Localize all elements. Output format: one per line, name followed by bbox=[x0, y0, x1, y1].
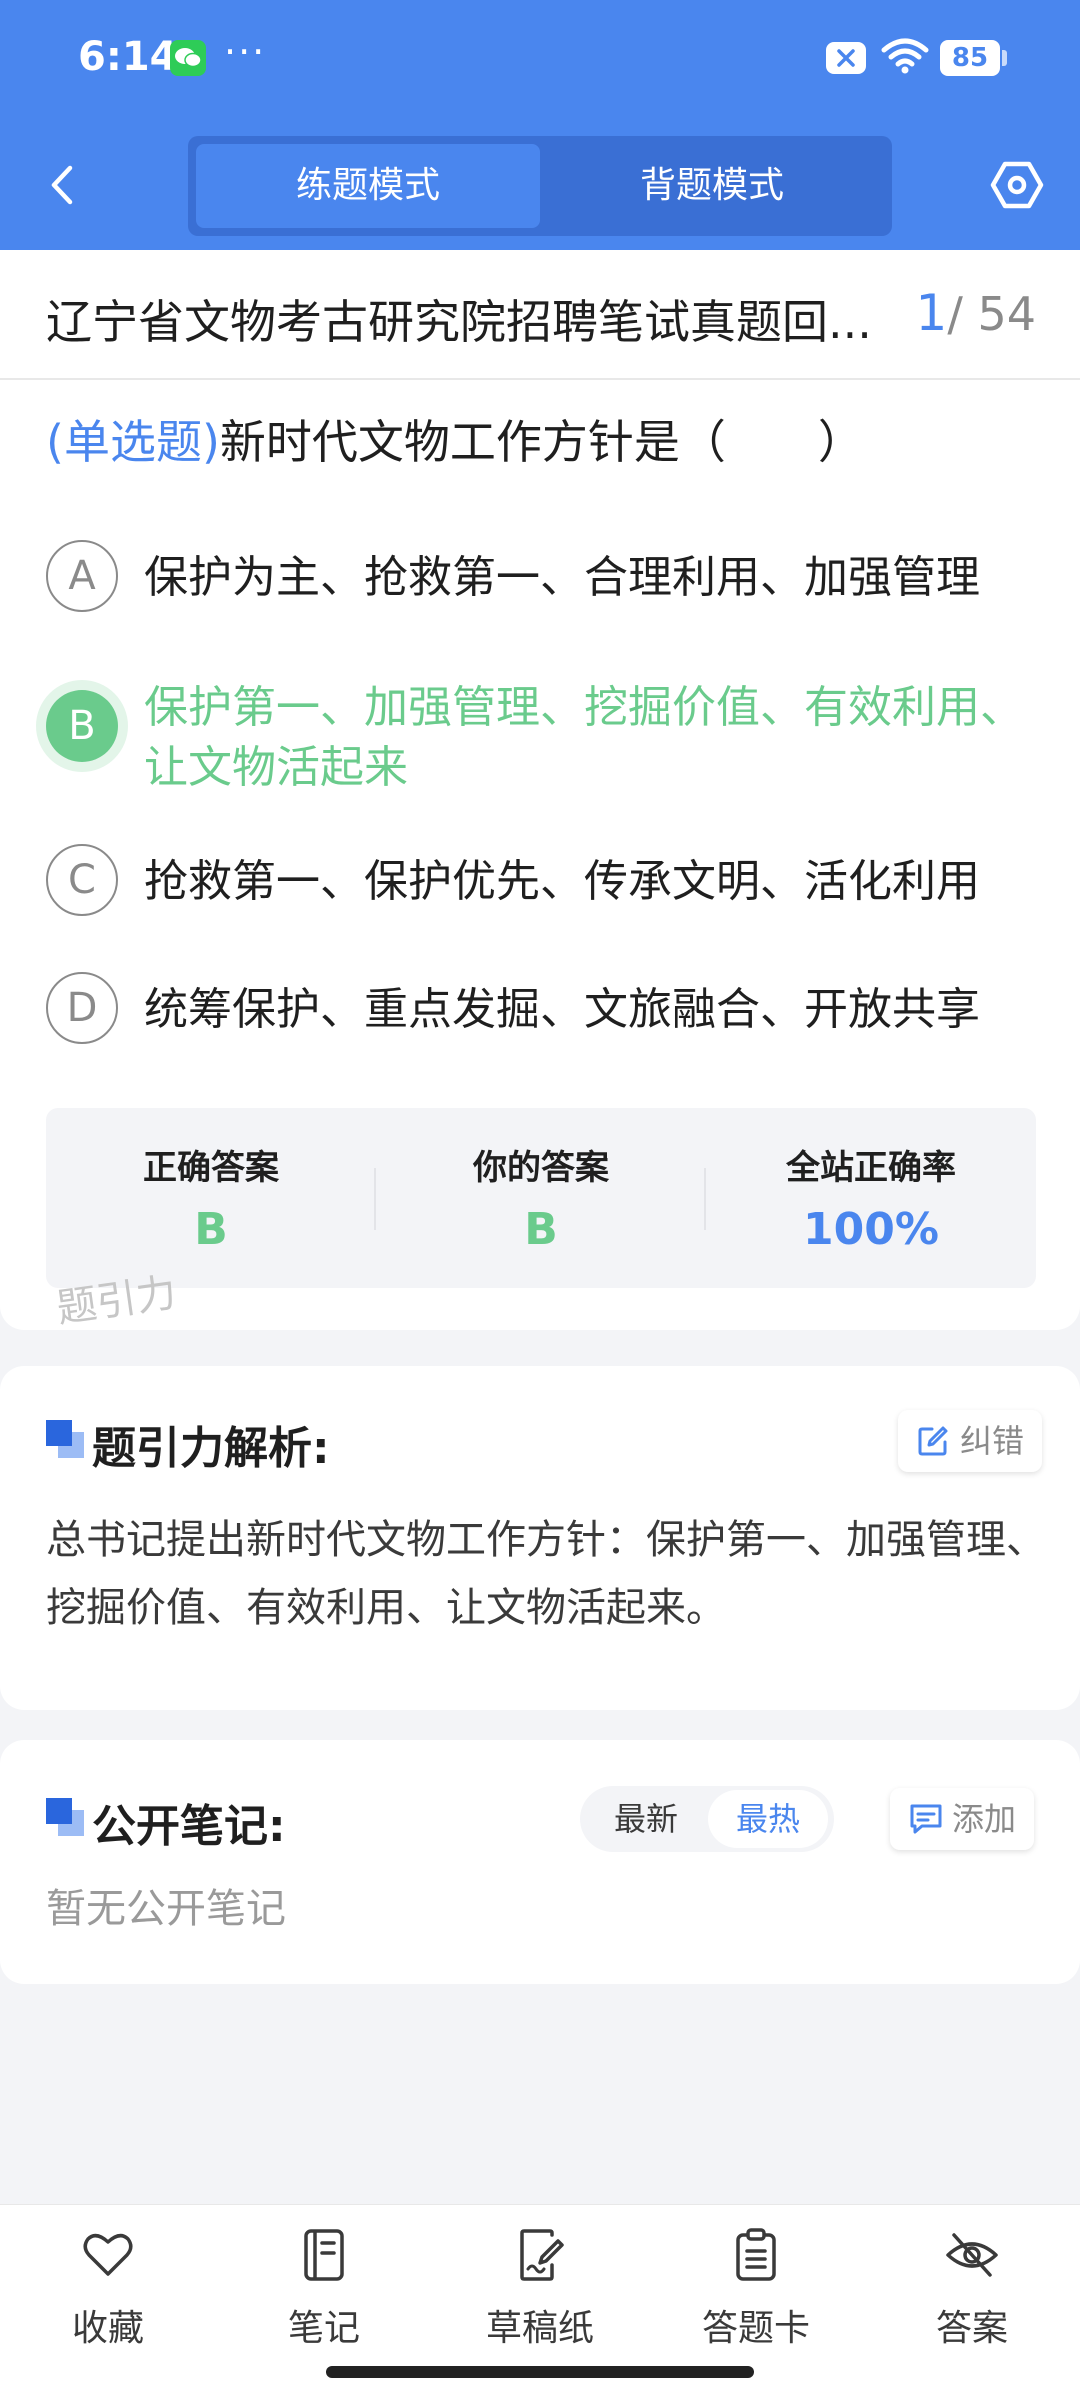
notebook-icon bbox=[304, 2229, 344, 2281]
paper-title-row: 辽宁省文物考古研究院招聘笔试真题回... 1/ 54 bbox=[0, 250, 1080, 380]
add-note-label: 添加 bbox=[952, 1800, 1017, 1838]
battery-icon: 85 bbox=[940, 40, 1000, 76]
question-type: (单选题) bbox=[46, 415, 220, 469]
public-notes-card: 公开笔记: 最新 最热 添加 暂无公开笔记 bbox=[0, 1740, 1080, 1984]
report-error-label: 纠错 bbox=[960, 1422, 1025, 1460]
nav-label: 答案 bbox=[935, 2308, 1008, 2349]
your-answer-value: B bbox=[524, 1204, 558, 1255]
site-accuracy-label: 全站正确率 bbox=[786, 1148, 956, 1188]
section-squares-icon bbox=[46, 1798, 84, 1836]
notes-title: 公开笔记: bbox=[92, 1801, 286, 1852]
battery-tip bbox=[1002, 50, 1007, 66]
question-progress: 1/ 54 bbox=[916, 284, 1036, 342]
option-letter: C bbox=[46, 844, 118, 916]
option-text: 抢救第一、保护优先、传承文明、活化利用 bbox=[144, 856, 980, 907]
section-squares-icon bbox=[46, 1420, 84, 1458]
sort-latest[interactable]: 最新 bbox=[586, 1790, 706, 1848]
option-text: 统筹保护、重点发掘、文旅融合、开放共享 bbox=[144, 984, 980, 1035]
question-text: 新时代文物工作方针是（ ） bbox=[219, 415, 864, 469]
report-error-button[interactable]: 纠错 bbox=[898, 1410, 1043, 1472]
tab-memorize-mode[interactable]: 背题模式 bbox=[540, 144, 884, 228]
nav-favorite[interactable]: 收藏 bbox=[28, 2227, 188, 2367]
mode-switch: 练题模式 背题模式 bbox=[188, 136, 892, 236]
draft-icon bbox=[520, 2229, 564, 2281]
nav-label: 草稿纸 bbox=[485, 2308, 594, 2349]
question-card: 辽宁省文物考古研究院招聘笔试真题回... 1/ 54 (单选题)新时代文物工作方… bbox=[0, 250, 1080, 1332]
analysis-title: 题引力解析: bbox=[92, 1423, 330, 1474]
wifi-icon bbox=[880, 36, 930, 80]
eye-off-icon bbox=[946, 2233, 998, 2277]
chevron-left-icon bbox=[51, 165, 73, 205]
option-text: 保护第一、加强管理、挖掘价值、有效利用、让文物活起来 bbox=[144, 682, 1024, 793]
option-a[interactable]: A 保护为主、抢救第一、合理利用、加强管理 bbox=[46, 540, 1046, 620]
no-sim-icon bbox=[826, 42, 866, 74]
option-letter: D bbox=[46, 972, 118, 1044]
settings-hexagon-icon bbox=[990, 161, 1044, 209]
site-accuracy-value: 100% bbox=[803, 1204, 939, 1255]
heart-icon bbox=[83, 2233, 133, 2276]
notes-sort-toggle: 最新 最热 bbox=[580, 1786, 834, 1852]
paper-title: 辽宁省文物考古研究院招聘笔试真题回... bbox=[46, 295, 872, 349]
home-indicator[interactable] bbox=[326, 2366, 754, 2378]
option-c[interactable]: C 抢救第一、保护优先、传承文明、活化利用 bbox=[46, 844, 1046, 924]
option-letter: A bbox=[46, 540, 118, 612]
battery-level: 85 bbox=[951, 43, 989, 73]
nav-label: 笔记 bbox=[287, 2308, 360, 2349]
comment-icon bbox=[910, 1804, 942, 1834]
status-time: 6:14 bbox=[78, 34, 178, 80]
your-answer-label: 你的答案 bbox=[473, 1148, 609, 1188]
app-header: 6:14 ··· 85 练题模式 背题模式 bbox=[0, 0, 1080, 250]
empty-notes-text: 暂无公开笔记 bbox=[46, 1886, 286, 1932]
status-bar: 6:14 ··· 85 bbox=[0, 0, 1080, 120]
correct-answer-value: B bbox=[194, 1204, 228, 1255]
option-text: 保护为主、抢救第一、合理利用、加强管理 bbox=[144, 552, 980, 603]
option-d[interactable]: D 统筹保护、重点发掘、文旅融合、开放共享 bbox=[46, 972, 1046, 1052]
sort-hot[interactable]: 最热 bbox=[708, 1790, 828, 1848]
option-b[interactable]: B 保护第一、加强管理、挖掘价值、有效利用、让文物活起来 bbox=[46, 682, 1046, 818]
nav-label: 收藏 bbox=[71, 2308, 144, 2349]
nav-label: 答题卡 bbox=[701, 2308, 810, 2349]
site-accuracy: 全站正确率 100% bbox=[706, 1108, 1036, 1288]
more-notifications-icon: ··· bbox=[224, 30, 267, 74]
edit-icon bbox=[918, 1426, 948, 1456]
add-note-button[interactable]: 添加 bbox=[890, 1788, 1035, 1850]
analysis-card: 题引力解析: 纠错 总书记提出新时代文物工作方针：保护第一、加强管理、挖掘价值、… bbox=[0, 1366, 1080, 1710]
progress-total: / 54 bbox=[947, 287, 1036, 341]
nav-answer-card[interactable]: 答题卡 bbox=[676, 2227, 836, 2367]
correct-answer: 正确答案 B bbox=[46, 1108, 376, 1288]
your-answer: 你的答案 B bbox=[376, 1108, 706, 1288]
correct-answer-label: 正确答案 bbox=[143, 1148, 279, 1188]
answer-card-icon bbox=[736, 2228, 776, 2281]
nav-notes[interactable]: 笔记 bbox=[244, 2227, 404, 2367]
wechat-icon bbox=[170, 40, 206, 76]
settings-button[interactable] bbox=[990, 158, 1044, 212]
progress-current: 1 bbox=[915, 284, 948, 342]
question-stem: (单选题)新时代文物工作方针是（ ） bbox=[46, 406, 1046, 472]
nav-draft[interactable]: 草稿纸 bbox=[460, 2227, 620, 2367]
nav-answer[interactable]: 答案 bbox=[892, 2227, 1052, 2367]
option-letter-correct: B bbox=[46, 690, 118, 762]
analysis-text: 总书记提出新时代文物工作方针：保护第一、加强管理、挖掘价值、有效利用、让文物活起… bbox=[46, 1517, 1046, 1631]
tab-practice-mode[interactable]: 练题模式 bbox=[196, 144, 540, 228]
back-button[interactable] bbox=[38, 160, 88, 210]
answer-summary: 正确答案 B 你的答案 B 全站正确率 100% bbox=[46, 1108, 1036, 1288]
